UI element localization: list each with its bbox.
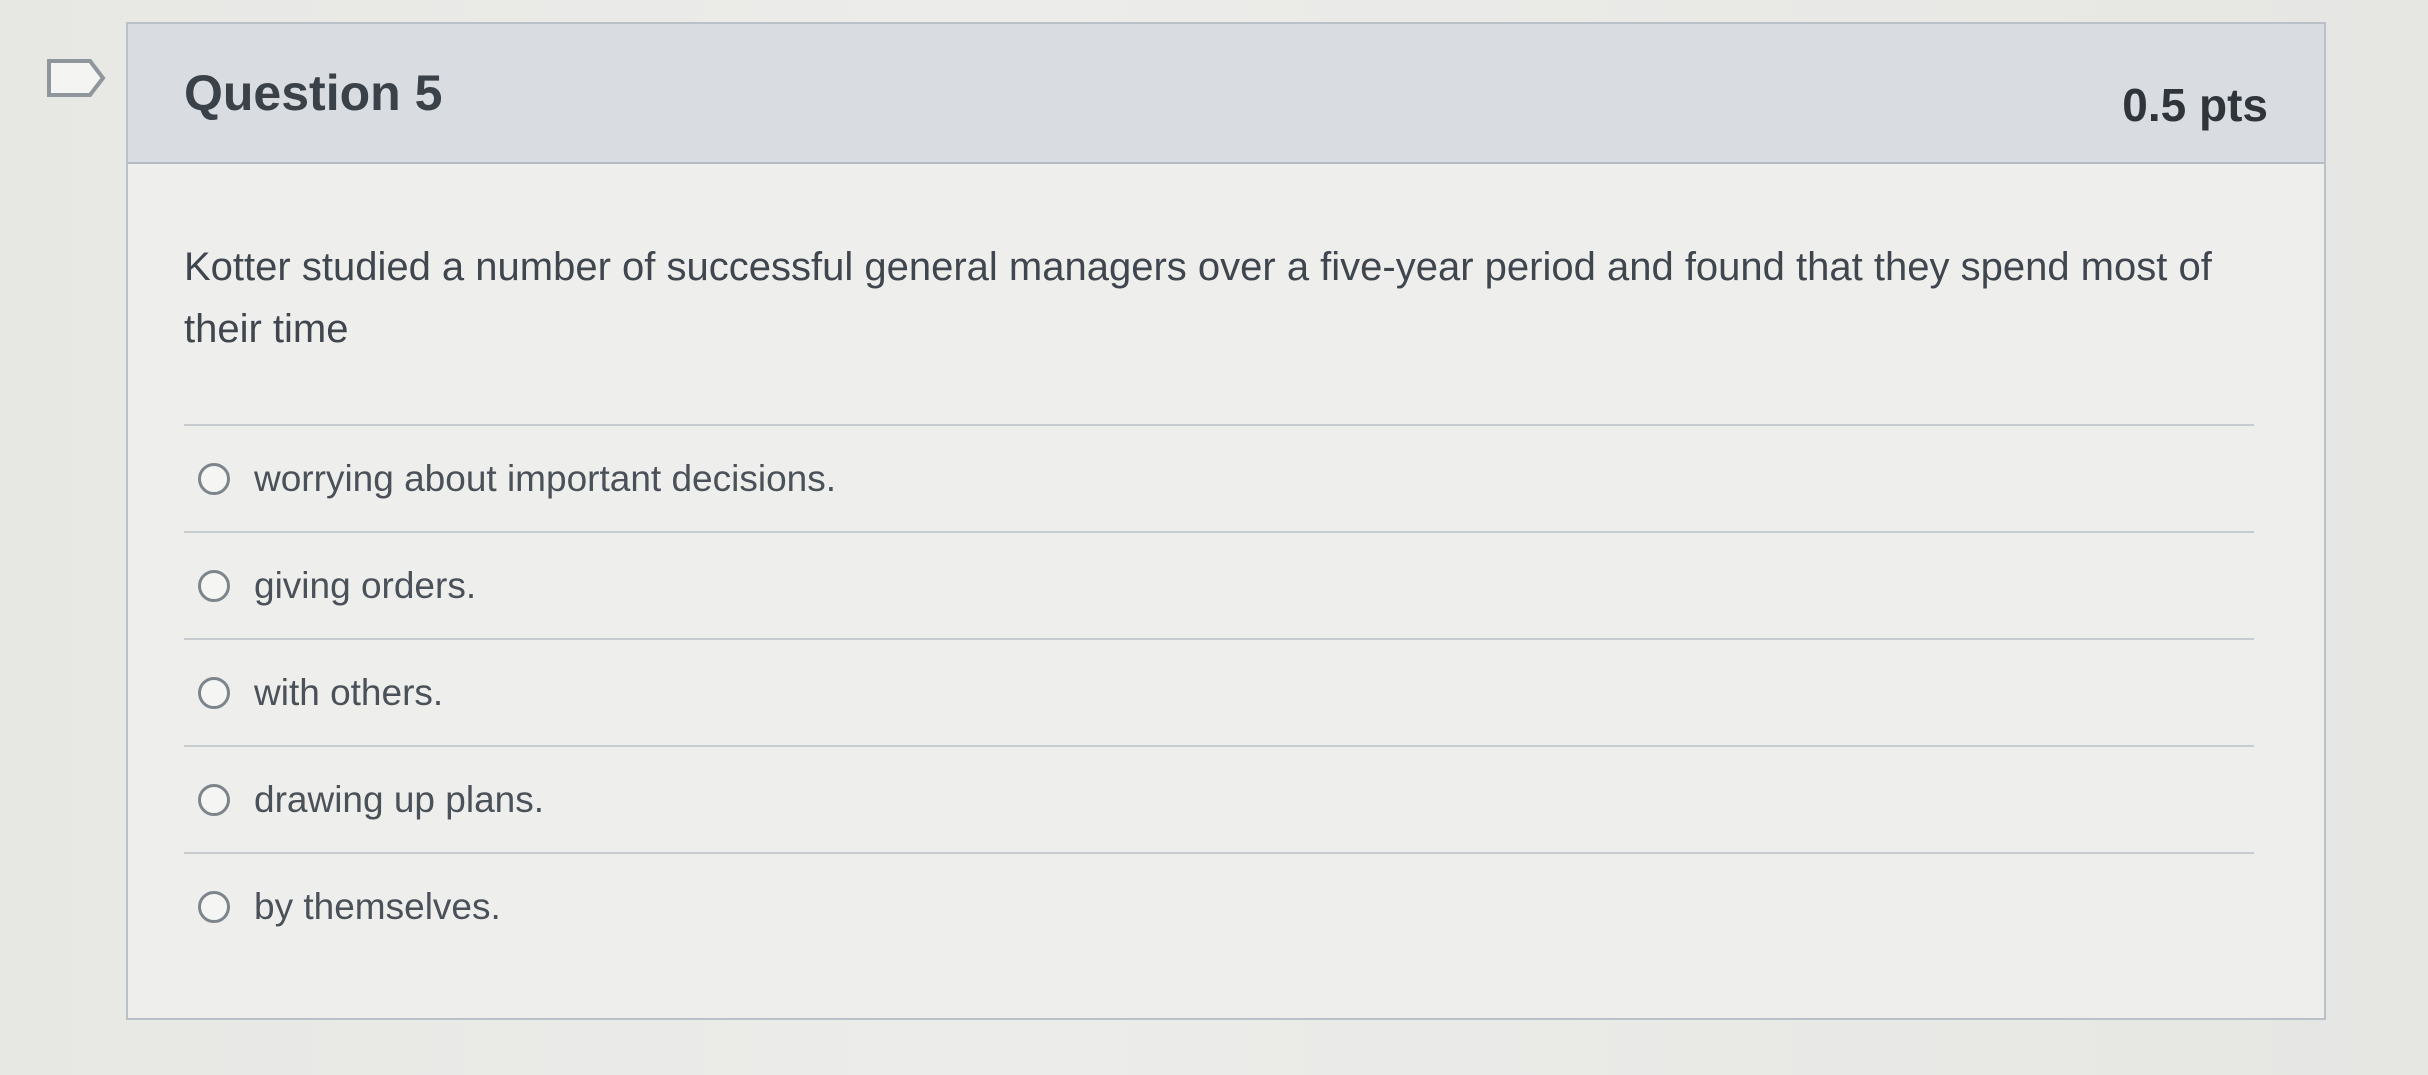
question-title: Question 5 xyxy=(184,65,443,121)
flag-icon[interactable] xyxy=(46,58,106,98)
question-card: Question 5 0.5 pts Kotter studied a numb… xyxy=(126,22,2326,1020)
question-header: Question 5 0.5 pts xyxy=(128,24,2324,164)
radio-button[interactable] xyxy=(198,676,230,709)
radio-button[interactable] xyxy=(198,783,230,816)
answer-list: worrying about important decisions. givi… xyxy=(184,424,2254,959)
answer-label[interactable]: drawing up plans. xyxy=(254,779,544,821)
question-text: Kotter studied a number of successful ge… xyxy=(184,245,2212,351)
radio-button[interactable] xyxy=(198,890,230,923)
question-points: 0.5 pts xyxy=(2122,79,2268,131)
answer-label[interactable]: giving orders. xyxy=(254,565,476,607)
radio-button[interactable] xyxy=(198,569,230,602)
answer-option-5[interactable]: by themselves. xyxy=(184,854,2254,959)
answer-label[interactable]: with others. xyxy=(254,672,443,714)
radio-button[interactable] xyxy=(198,462,230,495)
answer-label[interactable]: by themselves. xyxy=(254,886,501,928)
answer-label[interactable]: worrying about important decisions. xyxy=(254,458,836,500)
quiz-page: Question 5 0.5 pts Kotter studied a numb… xyxy=(0,0,2428,1075)
answer-option-3[interactable]: with others. xyxy=(184,640,2254,745)
answer-option-1[interactable]: worrying about important decisions. xyxy=(184,426,2254,531)
answer-option-4[interactable]: drawing up plans. xyxy=(184,747,2254,852)
answer-option-2[interactable]: giving orders. xyxy=(184,533,2254,638)
